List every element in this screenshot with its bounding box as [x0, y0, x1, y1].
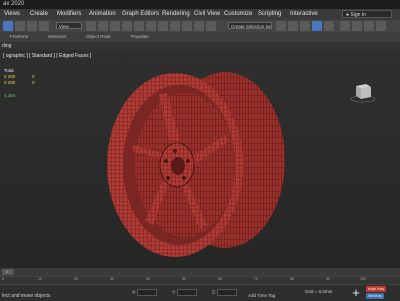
named-selection-sets-dropdown[interactable]: Create Selection Se — [228, 22, 272, 29]
y-label: Y: — [172, 289, 177, 295]
rotate-tool-icon[interactable] — [15, 21, 25, 31]
stats-polys-sel: 0 — [32, 74, 35, 79]
align-icon[interactable] — [158, 21, 168, 31]
z-label: Z: — [212, 289, 216, 295]
timeline-tick: 70 — [254, 277, 258, 281]
timeline-tick: 100 — [360, 277, 366, 281]
curve-editor-icon[interactable] — [182, 21, 192, 31]
render-icon[interactable] — [300, 21, 310, 31]
angle-snap-icon[interactable] — [110, 21, 120, 31]
layer-icon[interactable] — [170, 21, 180, 31]
stats-polys-value: 0 280 — [4, 74, 16, 79]
stats-verts-value: 0 280 — [4, 80, 16, 85]
prompt-hint: lect and move objects — [2, 293, 51, 299]
main-toolbar: View Create Selection Se — [0, 20, 400, 32]
timeline-tick: 0 — [2, 277, 4, 281]
menu-civil-view[interactable]: Civil View — [194, 9, 220, 20]
material-editor-icon[interactable] — [206, 21, 216, 31]
x-label: X: — [132, 289, 137, 295]
stats-title: Total — [4, 68, 14, 73]
timeline-tick: 40 — [146, 277, 150, 281]
add-key-icon[interactable]: + — [350, 286, 362, 299]
menu-graph-editors[interactable]: Graph Editors — [122, 9, 159, 20]
mode-row: ding — [0, 42, 400, 50]
hub-center-bore[interactable] — [171, 157, 185, 175]
viewport[interactable]: [ ographic ] [ Standard ] [ Edged Faces … — [0, 50, 400, 268]
wheel-rim-model[interactable] — [95, 65, 305, 265]
time-slider-thumb[interactable]: 0 / 100 — [2, 269, 14, 280]
scale-tool-icon[interactable] — [27, 21, 37, 31]
menu-rendering[interactable]: Rendering — [162, 9, 190, 20]
y-coordinate: Y: — [172, 289, 198, 296]
lug-hole[interactable] — [182, 176, 186, 180]
ribbon-tab-populate[interactable]: Populate — [131, 32, 149, 42]
stats-fps: 4,164 — [4, 93, 16, 98]
help-icon[interactable] — [364, 21, 374, 31]
z-field[interactable] — [217, 289, 237, 296]
lug-hole[interactable] — [164, 159, 168, 163]
set-key-button[interactable]: Set Key — [366, 293, 385, 299]
x-coordinate: X: — [132, 289, 158, 296]
menu-create[interactable]: Create — [30, 9, 48, 20]
timeline-tick: 60 — [218, 277, 222, 281]
sign-in-dropdown[interactable]: ● Sign In — [342, 10, 392, 18]
percent-snap-icon[interactable] — [122, 21, 132, 31]
workspace-icon[interactable] — [324, 21, 334, 31]
ribbon-tab-freeform[interactable]: Freeform — [10, 32, 28, 42]
render-active-icon[interactable] — [312, 21, 322, 31]
y-field[interactable] — [177, 289, 198, 296]
mirror-icon[interactable] — [146, 21, 156, 31]
sign-in-label: Sign In — [350, 12, 366, 18]
viewport-label[interactable]: [ ographic ] [ Standard ] [ Edged Faces … — [3, 53, 91, 59]
schematic-icon[interactable] — [194, 21, 204, 31]
move-tool-icon[interactable] — [3, 21, 13, 31]
add-time-tag[interactable]: Add Time Tag — [248, 293, 275, 298]
timeline-tick: 80 — [290, 277, 294, 281]
x-field[interactable] — [137, 289, 158, 296]
menu-scripting[interactable]: Scripting — [258, 9, 281, 20]
select-tool-icon[interactable] — [39, 21, 49, 31]
timeline-tick: 50 — [182, 277, 186, 281]
mode-label: ding — [2, 43, 12, 49]
reference-coordinate-dropdown[interactable]: View — [56, 22, 82, 29]
spinner-snap-icon[interactable] — [134, 21, 144, 31]
stats-verts-sel: 0 — [32, 80, 35, 85]
menu-interactive[interactable]: Interactive — [290, 9, 318, 20]
time-slider[interactable]: 0 / 100 — [0, 268, 400, 280]
menu-modifiers[interactable]: Modifiers — [57, 9, 81, 20]
pivot-icon[interactable] — [86, 21, 96, 31]
project-icon[interactable] — [352, 21, 362, 31]
render-frame-icon[interactable] — [288, 21, 298, 31]
timeline-tick: 30 — [110, 277, 114, 281]
timeline-tick: 90 — [326, 277, 330, 281]
status-bar: lect and move objects X: Y: Z: Grid = 0,… — [0, 284, 400, 301]
lug-hole[interactable] — [186, 159, 190, 163]
app-title: ax 2020 — [3, 1, 25, 7]
grid-size: Grid = 0,0mm — [305, 289, 333, 294]
viewcube-right-face[interactable] — [361, 87, 371, 99]
lug-hole[interactable] — [166, 176, 170, 180]
timeline-tick: 10 — [38, 277, 42, 281]
timeline-tick: 20 — [74, 277, 78, 281]
menu-views[interactable]: Views — [4, 9, 20, 20]
lug-hole[interactable] — [173, 149, 177, 153]
auto-key-button[interactable]: Auto Key — [366, 286, 387, 292]
search-icon[interactable] — [376, 21, 386, 31]
folder-icon[interactable] — [340, 21, 350, 31]
z-coordinate: Z: — [212, 289, 237, 296]
ribbon-tab-selection[interactable]: Selection — [48, 32, 67, 42]
menu-animation[interactable]: Animation — [89, 9, 116, 20]
ribbon-tab-object-paint[interactable]: Object Paint — [86, 32, 111, 42]
viewcube[interactable] — [350, 78, 376, 104]
title-bar: ax 2020 — [0, 0, 400, 9]
render-setup-icon[interactable] — [276, 21, 286, 31]
menu-customize[interactable]: Customize — [224, 9, 252, 20]
stats-polys: 0 280 — [4, 74, 15, 79]
snap-icon[interactable] — [98, 21, 108, 31]
